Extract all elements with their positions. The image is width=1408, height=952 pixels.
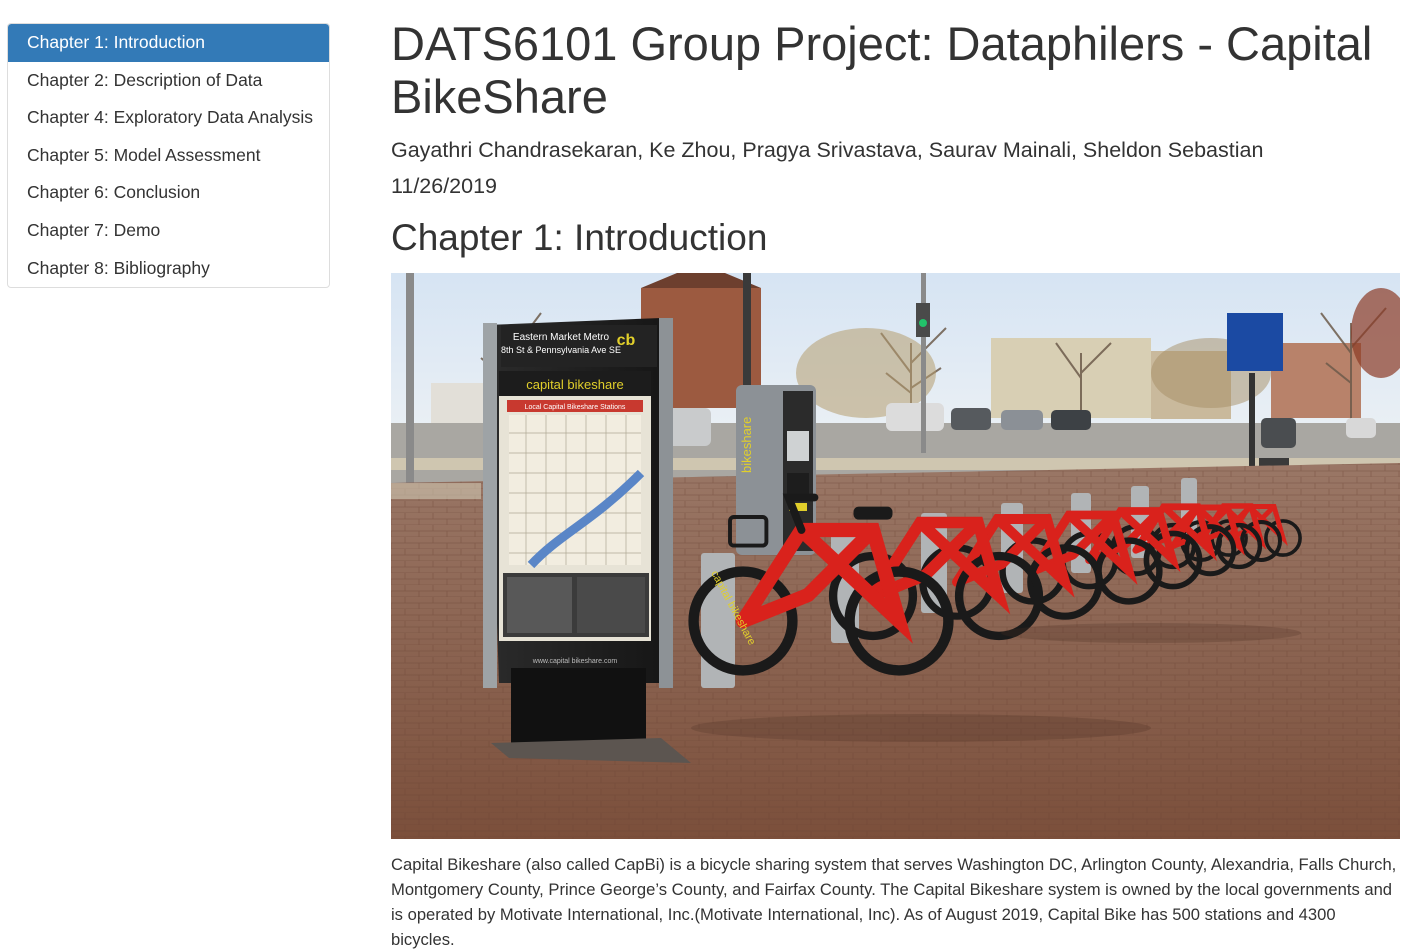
toc-item-chapter-2[interactable]: Chapter 2: Description of Data <box>8 62 329 100</box>
bikeshare-station-illustration: Eastern Market Metro 8th St & Pennsylvan… <box>391 273 1400 839</box>
chapter-1-paragraph: Capital Bikeshare (also called CapBi) is… <box>391 855 1397 949</box>
toc-item-chapter-6[interactable]: Chapter 6: Conclusion <box>8 174 329 212</box>
svg-text:capital bikeshare: capital bikeshare <box>526 377 624 392</box>
main-content: DATS6101 Group Project: Dataphilers - Ca… <box>391 0 1400 949</box>
author-list: Gayathri Chandrasekaran, Ke Zhou, Pragya… <box>391 138 1264 162</box>
toc-item-chapter-1[interactable]: Chapter 1: Introduction <box>8 24 329 62</box>
toc-item-chapter-8[interactable]: Chapter 8: Bibliography <box>8 250 329 288</box>
toc-item-chapter-4[interactable]: Chapter 4: Exploratory Data Analysis <box>8 99 329 137</box>
toc-item-chapter-7[interactable]: Chapter 7: Demo <box>8 212 329 250</box>
svg-text:Eastern Market Metro: Eastern Market Metro <box>513 332 610 343</box>
svg-text:cb: cb <box>617 332 636 349</box>
publish-date: 11/26/2019 <box>391 174 498 198</box>
table-of-contents: Chapter 1: Introduction Chapter 2: Descr… <box>7 23 330 289</box>
page-title: DATS6101 Group Project: Dataphilers - Ca… <box>391 17 1373 123</box>
svg-text:www.capital bikeshare.com: www.capital bikeshare.com <box>532 658 618 665</box>
chapter-1-heading: Chapter 1: Introduction <box>391 217 768 258</box>
bikeshare-station-photo: Eastern Market Metro 8th St & Pennsylvan… <box>391 273 1400 839</box>
svg-text:bikeshare: bikeshare <box>739 417 754 473</box>
svg-text:Local Capital Bikeshare Statio: Local Capital Bikeshare Stations <box>525 404 626 411</box>
svg-text:8th St & Pennsylvania Ave SE: 8th St & Pennsylvania Ave SE <box>501 345 621 355</box>
toc-item-chapter-5[interactable]: Chapter 5: Model Assessment <box>8 137 329 175</box>
